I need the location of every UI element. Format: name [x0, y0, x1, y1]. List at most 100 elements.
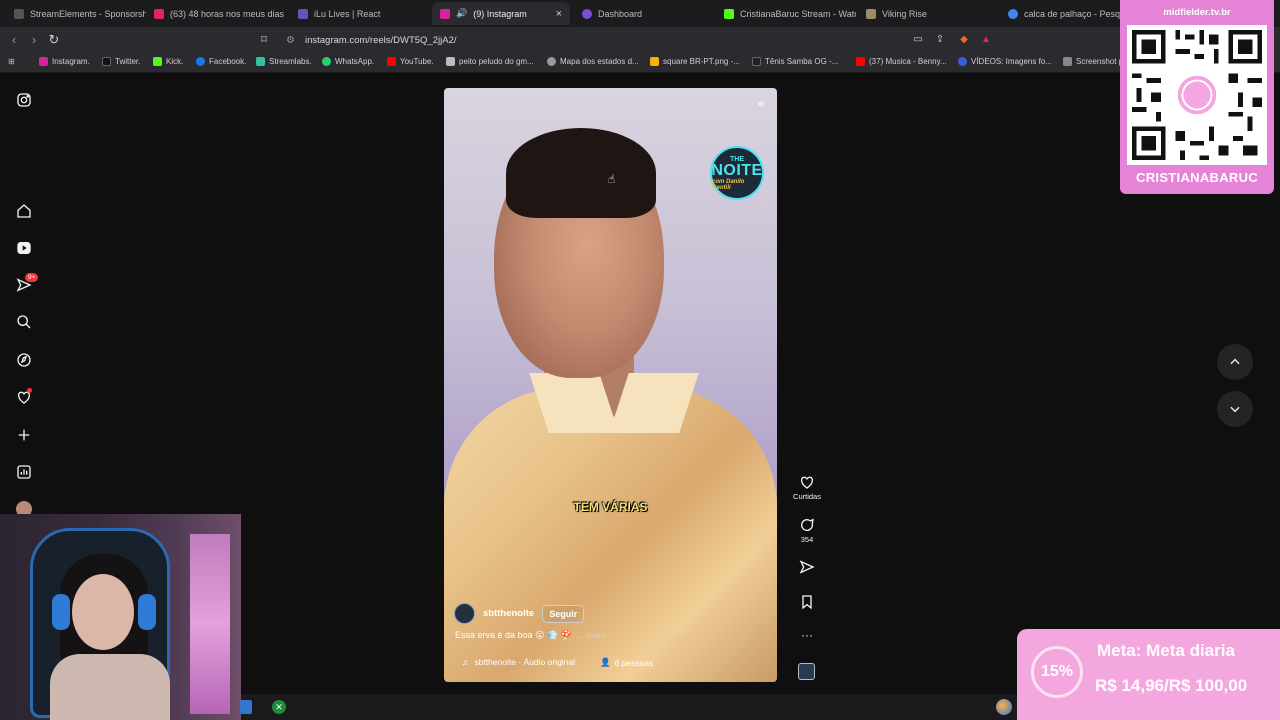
bookmark-label: WhatsApp.: [335, 57, 375, 66]
speaker-icon[interactable]: 🔊: [456, 8, 467, 19]
previous-reel-button[interactable]: [1217, 344, 1253, 380]
forward-icon[interactable]: ›: [26, 32, 42, 48]
audio-thumbnail[interactable]: [798, 663, 815, 680]
audio-link[interactable]: ♫ sbtthenoite · Áudio original: [462, 657, 575, 667]
bookmark-label: Kick.: [166, 57, 184, 66]
bookmark-music[interactable]: (37) Musica - Benny...: [856, 57, 947, 66]
drive-icon: [650, 57, 659, 66]
bookmark-kick[interactable]: Kick.: [153, 57, 183, 66]
tab-viking-rise[interactable]: Viking Rise: [858, 2, 998, 25]
bookmark-icon[interactable]: ⌑: [256, 32, 272, 48]
youtube-icon: [154, 8, 164, 19]
bookmark-save-icon: [802, 595, 812, 610]
viking-rise-icon: [866, 8, 876, 19]
qr-code: [1127, 25, 1267, 165]
close-tab-icon[interactable]: ×: [556, 8, 562, 20]
caption-text: Essa erva é da boa 😮 💨 🍄: [455, 630, 572, 640]
bookmark-screenshot[interactable]: Screenshot p: [1063, 57, 1123, 66]
google-icon: [1008, 8, 1018, 19]
taskbar-tray-icon[interactable]: [996, 699, 1012, 715]
logo-tiny-text: com Danilo Gentili: [712, 178, 745, 191]
more-options-icon[interactable]: ···: [790, 628, 824, 642]
tab-label: CristianaBaruc Stream - Watch: [740, 8, 856, 19]
tab-streamelements[interactable]: StreamElements - Sponsorship: [6, 2, 146, 25]
xbox-icon[interactable]: ✕: [272, 700, 286, 714]
create-plus-icon[interactable]: [16, 427, 32, 443]
url-text: instagram.com/reels/DWT5Q_2jjA2/: [304, 34, 457, 46]
x-icon: [102, 57, 111, 66]
kick-icon: [724, 8, 734, 19]
comment-button[interactable]: 354: [790, 517, 824, 544]
headphone-icon: [138, 594, 156, 630]
author-avatar[interactable]: [454, 603, 475, 624]
tab-google-search[interactable]: calca de palhaço - Pesquisa: [1000, 2, 1120, 25]
dashboard-chart-icon[interactable]: [16, 464, 32, 480]
bookmark-facebook[interactable]: Facebook.: [196, 57, 246, 66]
brave-shield-icon[interactable]: ◆: [956, 32, 972, 48]
share-icon[interactable]: ⇪: [932, 32, 948, 48]
like-button[interactable]: Curtidas: [790, 474, 824, 501]
tagged-people[interactable]: 👤 6 pessoas: [600, 657, 653, 668]
reels-icon[interactable]: [16, 240, 32, 256]
bookmark-square[interactable]: square BR-PT.png -...: [650, 57, 740, 66]
reload-icon[interactable]: ↻: [46, 32, 62, 48]
taskbar-app-icon[interactable]: [240, 700, 252, 714]
tab-label: Viking Rise: [882, 8, 927, 19]
video-subtitle: TEM VÁRIAS: [573, 500, 648, 514]
author-name[interactable]: sbtthenoite: [483, 608, 534, 619]
bookmark-label: Facebook.: [209, 57, 247, 66]
address-bar[interactable]: ⚙ instagram.com/reels/DWT5Q_2jjA2/: [278, 30, 998, 50]
notifications-heart-icon[interactable]: [16, 388, 32, 405]
doc-icon: [1063, 57, 1072, 66]
comment-icon: [801, 518, 814, 531]
tab-ilu-lives[interactable]: iLu Lives | React: [290, 2, 430, 25]
goal-percent: 15%: [1031, 646, 1083, 698]
brave-rewards-icon[interactable]: ▲: [978, 32, 994, 48]
tab-dashboard[interactable]: Dashboard: [574, 2, 714, 25]
tab-kick-stream[interactable]: CristianaBaruc Stream - Watch: [716, 2, 856, 25]
notification-badge: 9+: [25, 273, 39, 282]
cast-icon[interactable]: ▭: [910, 32, 926, 48]
bookmark-twitter[interactable]: Twitter.: [102, 57, 140, 66]
tab-label: iLu Lives | React: [314, 8, 381, 19]
back-icon[interactable]: ‹: [6, 32, 22, 48]
save-button[interactable]: [790, 594, 824, 612]
bookmark-label: Tênis Samba OG -...: [765, 57, 839, 66]
bookmark-youtube[interactable]: YouTube.: [387, 57, 434, 66]
home-icon[interactable]: [16, 203, 32, 219]
follow-button[interactable]: Seguir: [542, 604, 585, 623]
search-icon[interactable]: [16, 314, 32, 330]
tab-instagram[interactable]: 🔊 (9) Instagram ×: [432, 2, 570, 25]
facebook-icon: [196, 57, 205, 66]
next-reel-button[interactable]: [1217, 391, 1253, 427]
audio-label: sbtthenoite · Áudio original: [474, 657, 576, 667]
site-icon: [958, 57, 967, 66]
notification-dot: [27, 388, 32, 393]
instagram-logo-icon[interactable]: [16, 92, 32, 108]
bookmark-map[interactable]: Mapa dos estados d...: [547, 57, 639, 66]
people-label: 6 pessoas: [614, 657, 654, 668]
pen-icon: [446, 57, 455, 66]
goal-widget: 15% Meta: Meta diaria R$ 14,96/R$ 100,00: [1017, 629, 1280, 720]
bookmark-gm[interactable]: peito peludo do gm...: [446, 57, 534, 66]
bookmark-instagram[interactable]: Instagram.: [39, 57, 90, 66]
music-note-icon: ♫: [462, 657, 469, 667]
bookmark-videos[interactable]: VÍDEOS: Imagens fo...: [958, 57, 1052, 66]
explore-icon[interactable]: [16, 352, 32, 368]
bookmark-label: VÍDEOS: Imagens fo...: [971, 57, 1052, 66]
share-button[interactable]: [790, 559, 824, 577]
bookmark-streamlabs[interactable]: Streamlabs.: [256, 57, 312, 66]
goal-title: Meta: Meta diaria: [1097, 641, 1235, 660]
tab-youtube[interactable]: (63) 48 horas nos meus dias de: [146, 2, 286, 25]
caption-more-link[interactable]: ... mais: [576, 630, 605, 640]
messages-icon[interactable]: 9+: [16, 273, 39, 293]
bookmark-whatsapp[interactable]: WhatsApp.: [322, 57, 374, 66]
site-info-icon[interactable]: ⚙: [286, 35, 295, 46]
sound-icon[interactable]: [756, 97, 772, 113]
bookmark-samba[interactable]: Tênis Samba OG -...: [752, 57, 838, 66]
apps-grid-icon[interactable]: ⊞: [8, 57, 15, 66]
bookmarks-bar: ⊞ Instagram. Twitter. Kick. Facebook. St…: [0, 53, 1280, 73]
heart-icon: [800, 476, 814, 489]
qr-overlay-widget: midfielder.tv.br CRISTIANABARUC: [1120, 0, 1274, 194]
streamlabs-icon: [256, 57, 265, 66]
